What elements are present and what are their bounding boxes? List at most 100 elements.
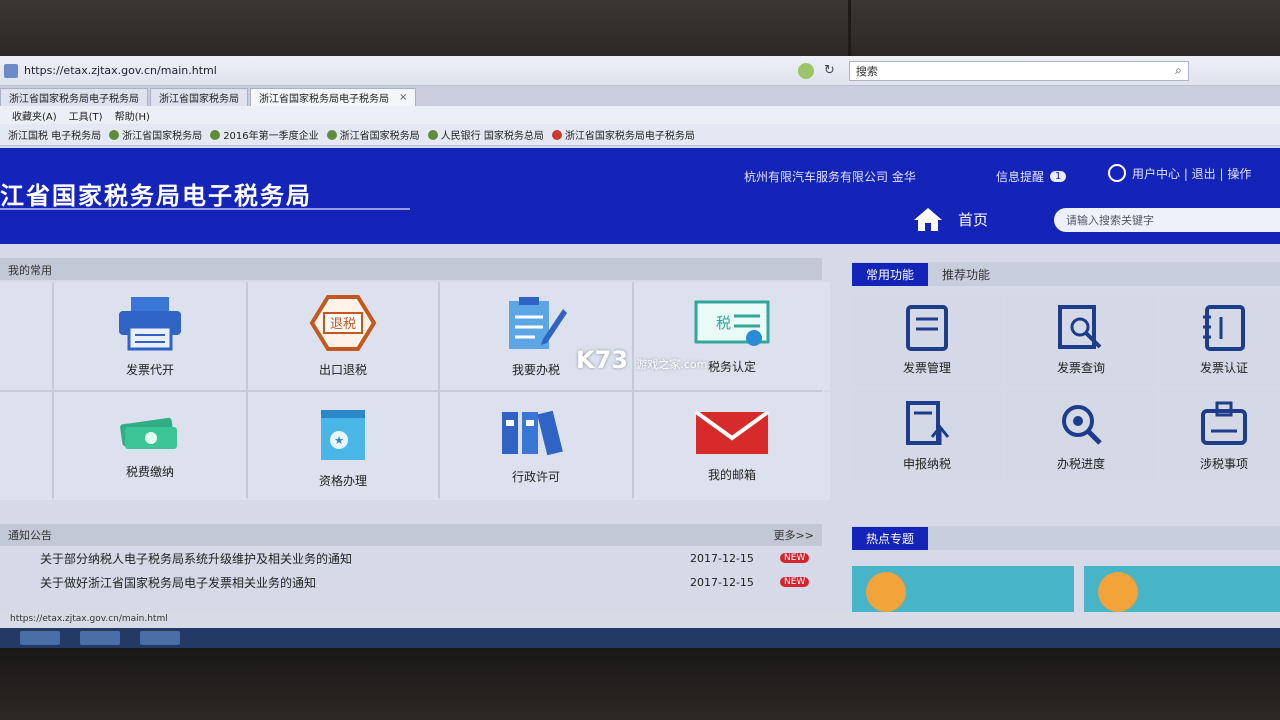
favorite-link[interactable]: 2016年第一季度企业 — [210, 127, 319, 142]
browser-tab-active[interactable]: 浙江省国家税务局电子税务局 × — [250, 88, 417, 106]
tax-certificate-icon: 税 — [694, 300, 770, 346]
function-tile-mailbox[interactable]: 我的邮箱 — [634, 392, 830, 500]
badge-icon — [1201, 401, 1247, 445]
function-grid: 发票代开 退税 出口退税 我要办税 税 税务认定 税费缴纳 ★ 资格办理 行政许… — [0, 282, 830, 500]
messages-label: 信息提醒 — [996, 170, 1045, 184]
browser-status-bar: https://etax.zjtax.gov.cn/main.html — [0, 612, 1280, 628]
browser-search-input[interactable]: 搜索 ⌕ — [848, 60, 1189, 81]
favorite-label: 浙江省国家税务局 — [122, 131, 203, 142]
site-title: 江省国家税务局电子税务局 — [0, 182, 312, 210]
new-badge: NEW — [780, 553, 810, 563]
monitor-screen: https://etax.zjtax.gov.cn/main.html ↻ 搜索… — [0, 56, 1280, 648]
quick-label: 申报纳税 — [902, 456, 951, 471]
reload-icon[interactable]: ↻ — [824, 63, 835, 78]
favorite-icon — [109, 129, 120, 140]
certificate-book-icon: ★ — [321, 409, 365, 460]
search-doc-icon — [1058, 304, 1102, 349]
favorite-label: 浙江省国家税务局 — [339, 131, 420, 142]
notice-title[interactable]: 关于做好浙江省国家税务局电子发票相关业务的通知 — [40, 574, 690, 591]
function-tile-qualification[interactable]: ★ 资格办理 — [248, 392, 438, 500]
browser-tab[interactable]: 浙江省国家税务局电子税务局 — [0, 88, 148, 106]
home-button[interactable]: 首页 — [912, 206, 988, 232]
hot-topics-tab[interactable]: 热点专题 — [852, 526, 929, 550]
function-label: 税务认定 — [707, 359, 756, 374]
user-center-link[interactable]: 用户中心 | 退出 | 操作 — [1108, 164, 1251, 182]
tax-refund-icon: 退税 — [309, 294, 377, 351]
close-tab-icon[interactable]: × — [399, 92, 407, 103]
quick-label: 发票查询 — [1056, 360, 1105, 375]
quick-label: 涉税事项 — [1199, 456, 1248, 471]
quick-tile-invoice-auth[interactable]: 发票认证 — [1160, 294, 1280, 386]
banner-row — [852, 566, 1280, 612]
watermark-domain: .com — [680, 358, 708, 371]
compat-icon[interactable] — [798, 62, 814, 79]
function-label: 税费缴纳 — [125, 464, 174, 479]
tab-label: 浙江省国家税务局电子税务局 — [259, 94, 389, 105]
function-tile-invoice-issue[interactable]: 发票代开 — [54, 282, 246, 390]
upload-doc-icon — [906, 400, 950, 445]
menu-item[interactable]: 帮助(H) — [115, 108, 150, 123]
quick-tile-invoice-query[interactable]: 发票查询 — [1006, 294, 1156, 386]
notices-header: 通知公告 更多>> — [0, 524, 822, 546]
notices-panel: 通知公告 更多>> 关于部分纳税人电子税务局系统升级维护及相关业务的通知 201… — [0, 524, 822, 614]
favorite-link[interactable]: 人民银行 国家税务总局 — [427, 127, 544, 142]
grid-spacer — [0, 282, 52, 390]
home-icon — [914, 208, 942, 231]
function-tile-admin-license[interactable]: 行政许可 — [440, 392, 632, 500]
form-edit-icon — [509, 296, 567, 349]
monitor-bezel — [0, 648, 1280, 720]
watermark-logo: K73 游戏之家.com — [576, 346, 707, 374]
favicon-icon — [4, 63, 18, 78]
quick-tile-invoice-management[interactable]: 发票管理 — [852, 294, 1002, 386]
favorite-icon — [326, 129, 337, 140]
function-label: 行政许可 — [511, 469, 560, 484]
taskbar — [0, 628, 1280, 648]
svg-text:★: ★ — [334, 434, 344, 447]
favorites-bar: 浙江国税 电子税务局 浙江省国家税务局 2016年第一季度企业 浙江省国家税务局… — [0, 124, 1280, 146]
menu-item[interactable]: 工具(T) — [69, 108, 103, 123]
favorite-icon — [551, 129, 562, 140]
function-tile-export-refund[interactable]: 退税 出口退税 — [248, 282, 438, 390]
search-icon[interactable]: ⌕ — [1175, 63, 1182, 78]
magnifier-icon — [1062, 404, 1102, 445]
quick-tile-progress[interactable]: 办税进度 — [1006, 390, 1156, 482]
tab-recommended[interactable]: 推荐功能 — [928, 263, 1004, 286]
company-name: 杭州有限汽车服务有限公司 金华 — [744, 170, 916, 184]
favorite-label: 2016年第一季度企业 — [223, 131, 319, 142]
taskbar-button[interactable] — [80, 631, 120, 645]
tab-label: 浙江省国家税务局电子税务局 — [9, 94, 139, 105]
quick-grid: 发票管理 发票查询 发票认证 申报纳税 办税进度 涉税事项 — [852, 294, 1280, 482]
binders-icon — [502, 410, 563, 455]
url-field[interactable]: https://etax.zjtax.gov.cn/main.html — [24, 64, 784, 77]
function-tile-tax-payment[interactable]: 税费缴纳 — [54, 392, 246, 500]
favorite-icon — [427, 129, 438, 140]
favorite-link[interactable]: 浙江省国家税务局 — [109, 127, 202, 142]
tab-label: 浙江省国家税务局 — [159, 94, 239, 105]
favorite-label: 人民银行 国家税务总局 — [440, 131, 544, 142]
tab-common-functions[interactable]: 常用功能 — [852, 262, 929, 286]
browser-search-placeholder: 搜索 — [855, 64, 878, 78]
more-link[interactable]: 更多>> — [774, 527, 814, 543]
topic-banner[interactable] — [852, 566, 1074, 612]
favorite-link[interactable]: 浙江国税 电子税务局 — [8, 127, 101, 142]
favorite-link[interactable]: 浙江省国家税务局 — [326, 127, 420, 142]
browser-tab[interactable]: 浙江省国家税务局 — [150, 88, 248, 106]
messages-link[interactable]: 信息提醒 1 — [996, 168, 1067, 185]
printer-icon — [119, 296, 181, 350]
site-search-input[interactable]: 请输入搜索关键字 — [1054, 208, 1280, 232]
topic-banner[interactable] — [1083, 566, 1280, 612]
notice-title[interactable]: 关于部分纳税人电子税务局系统升级维护及相关业务的通知 — [40, 550, 690, 567]
menu-item[interactable]: 收藏夹(A) — [12, 108, 57, 123]
taskbar-button[interactable] — [20, 631, 60, 645]
quick-tile-declare[interactable]: 申报纳税 — [852, 390, 1002, 482]
quick-tile-tax-matters[interactable]: 涉税事项 — [1160, 390, 1280, 482]
grid-spacer — [0, 392, 52, 500]
taskbar-button[interactable] — [140, 631, 180, 645]
favorite-link[interactable]: 浙江省国家税务局电子税务局 — [551, 127, 695, 142]
notice-row[interactable]: 关于做好浙江省国家税务局电子发票相关业务的通知 2017-12-15 NEW — [0, 570, 822, 594]
user-icon — [1108, 164, 1126, 182]
address-bar: https://etax.zjtax.gov.cn/main.html ↻ 搜索… — [0, 56, 1280, 86]
user-center-label: 用户中心 | 退出 | 操作 — [1132, 166, 1252, 181]
money-icon — [120, 417, 177, 449]
notice-row[interactable]: 关于部分纳税人电子税务局系统升级维护及相关业务的通知 2017-12-15 NE… — [0, 546, 822, 570]
